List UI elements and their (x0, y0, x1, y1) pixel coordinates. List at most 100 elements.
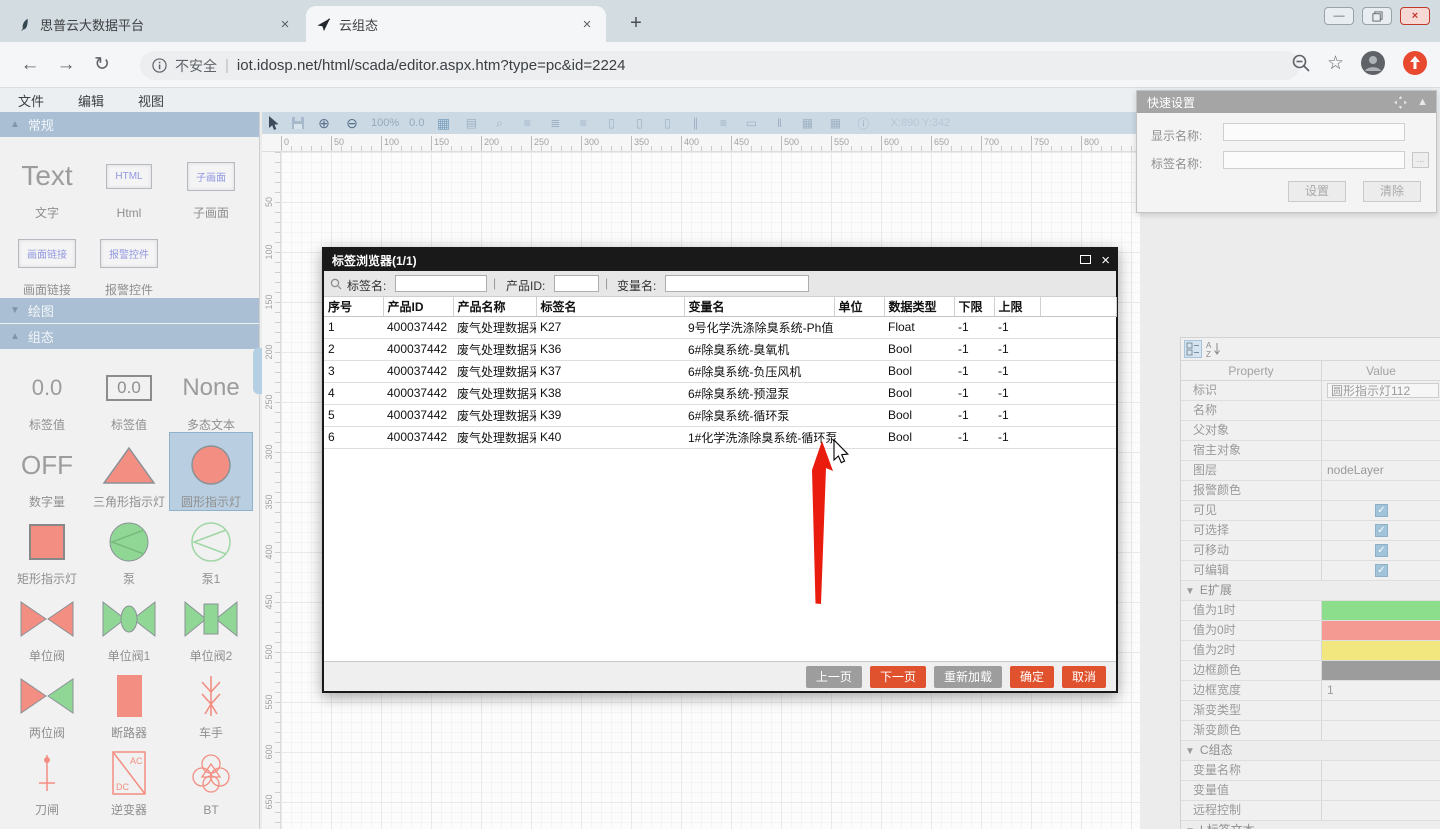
distribute-v-icon[interactable]: ≡ (714, 116, 732, 130)
refresh-button[interactable]: ↻ (84, 53, 120, 76)
align-bottom-icon[interactable]: ▯ (658, 116, 676, 130)
checkbox[interactable]: ✓ (1375, 524, 1388, 537)
checkbox[interactable]: ✓ (1375, 544, 1388, 557)
component-item[interactable]: 单位阀2 (170, 587, 252, 664)
component-item[interactable]: 两位阀 (6, 664, 88, 741)
property-value-input[interactable]: 圆形指示灯112 (1327, 383, 1439, 398)
component-item[interactable]: 断路器 (88, 664, 170, 741)
url-bar[interactable]: 不安全 | iot.idosp.net/html/scada/editor.as… (140, 51, 1300, 80)
window-restore-button[interactable] (1362, 7, 1392, 25)
same-size-icon[interactable]: ▭ (742, 116, 760, 130)
component-item[interactable]: 三角形指示灯 (88, 433, 170, 510)
search-canvas-icon[interactable]: ⌕ (490, 116, 508, 131)
column-header[interactable]: 产品ID (383, 297, 453, 316)
column-header[interactable]: 下限 (954, 297, 994, 316)
grid-toggle-icon[interactable]: ▦ (434, 115, 452, 132)
align-top-icon[interactable]: ▯ (602, 116, 620, 130)
window-minimize-button[interactable]: — (1324, 7, 1354, 25)
property-value[interactable]: ✓ (1321, 561, 1440, 580)
component-item[interactable]: 报警控件报警控件 (88, 221, 170, 298)
property-value[interactable]: ✓ (1321, 521, 1440, 540)
property-value[interactable]: ✓ (1321, 501, 1440, 520)
component-item[interactable]: 矩形指示灯 (6, 510, 88, 587)
keyboard2-icon[interactable]: ▦ (826, 116, 844, 130)
tag-browse-more-button[interactable]: ... (1412, 152, 1429, 168)
property-group-row[interactable]: ▼E扩展 (1181, 581, 1440, 601)
component-item[interactable]: 单位阀1 (88, 587, 170, 664)
property-value[interactable] (1321, 621, 1440, 640)
component-item[interactable]: 泵1 (170, 510, 252, 587)
component-item[interactable]: BT (170, 741, 252, 818)
column-header[interactable]: 变量名 (684, 297, 834, 316)
component-item[interactable]: 车手 (170, 664, 252, 741)
bookmark-star-icon[interactable]: ☆ (1327, 52, 1344, 75)
color-swatch[interactable] (1322, 621, 1440, 640)
productid-filter-input[interactable] (554, 275, 599, 292)
dialog-maximize-icon[interactable] (1080, 253, 1091, 267)
property-column-header[interactable]: Property (1181, 361, 1321, 380)
tagname-filter-input[interactable] (395, 275, 487, 292)
align-middle-icon[interactable]: ▯ (630, 116, 648, 130)
property-value[interactable] (1321, 421, 1440, 440)
component-item[interactable]: 0.0标签值 (6, 356, 88, 433)
copy-icon[interactable]: ▤ (462, 116, 480, 130)
zoom-in-icon[interactable]: ⊕ (315, 115, 333, 132)
property-group-row[interactable]: ▼C组态 (1181, 741, 1440, 761)
component-item[interactable]: 画面链接画面链接 (6, 221, 88, 298)
forward-button[interactable]: → (48, 54, 84, 76)
section-header[interactable]: ▲常规 (0, 112, 259, 137)
window-close-button[interactable]: × (1400, 7, 1430, 25)
info-circle-icon[interactable]: ⓘ (854, 115, 872, 132)
component-item[interactable]: 泵 (88, 510, 170, 587)
tag-name-input[interactable] (1223, 151, 1405, 169)
menu-view[interactable]: 视图 (138, 91, 164, 110)
property-value[interactable] (1321, 781, 1440, 800)
component-item[interactable]: OFF数字量 (6, 433, 88, 510)
component-item[interactable]: HTMLHtml (88, 144, 170, 221)
section-header[interactable]: ▲组态 (0, 324, 259, 349)
clear-button[interactable]: 清除 (1363, 181, 1421, 202)
component-item[interactable]: ACDC逆变器 (88, 741, 170, 818)
security-label[interactable]: 不安全 (175, 56, 217, 76)
property-value[interactable] (1321, 661, 1440, 680)
color-swatch[interactable] (1322, 641, 1440, 660)
dock-icon[interactable] (1394, 96, 1407, 109)
variablename-filter-input[interactable] (665, 275, 809, 292)
browser-update-icon[interactable] (1402, 50, 1428, 76)
property-value[interactable] (1321, 641, 1440, 660)
profile-avatar-icon[interactable] (1360, 50, 1386, 76)
column-header[interactable]: 产品名称 (453, 297, 536, 316)
ok-button[interactable]: 确定 (1010, 666, 1054, 688)
component-item[interactable]: 单位阀 (6, 587, 88, 664)
sort-az-icon[interactable]: AZ (1205, 340, 1223, 358)
component-item[interactable]: 子画面子画面 (170, 144, 252, 221)
component-item[interactable]: None多态文本 (170, 356, 252, 433)
cancel-button[interactable]: 取消 (1062, 666, 1106, 688)
collapse-panel-icon[interactable]: ▲ (1417, 96, 1428, 108)
back-button[interactable]: ← (12, 54, 48, 76)
value-column-header[interactable]: Value (1321, 361, 1440, 380)
property-group-row[interactable]: ▼L标签文本 (1181, 821, 1440, 829)
tag-row[interactable]: 4400037442废气处理数据采K386#除臭系统-预湿泵Bool-1-1 (324, 382, 1116, 404)
tag-row[interactable]: 2400037442废气处理数据采K366#除臭系统-臭氧机Bool-1-1 (324, 338, 1116, 360)
tab-close-icon[interactable]: × (276, 16, 294, 33)
tab-close-icon[interactable]: × (578, 16, 596, 33)
dialog-close-icon[interactable]: × (1101, 252, 1110, 269)
align-right-icon[interactable]: ≡ (574, 116, 592, 130)
browser-tab-2[interactable]: 云组态 × (306, 6, 606, 42)
zoom-out-icon[interactable]: ⊖ (343, 115, 361, 132)
dialog-titlebar[interactable]: 标签浏览器(1/1) × (324, 249, 1116, 271)
browser-tab-1[interactable]: 思普云大数据平台 × (8, 7, 304, 42)
prev-page-button[interactable]: 上一页 (806, 666, 862, 688)
column-header[interactable]: 上限 (994, 297, 1040, 316)
color-swatch[interactable] (1322, 601, 1440, 620)
component-item[interactable]: 圆形指示灯 (170, 433, 252, 510)
checkbox[interactable]: ✓ (1375, 504, 1388, 517)
url-text[interactable]: iot.idosp.net/html/scada/editor.aspx.htm… (237, 57, 626, 74)
column-header[interactable]: 数据类型 (884, 297, 954, 316)
tag-row[interactable]: 3400037442废气处理数据采K376#除臭系统-负压风机Bool-1-1 (324, 360, 1116, 382)
section-header[interactable]: ▼绘图 (0, 298, 259, 323)
tag-row[interactable]: 5400037442废气处理数据采K396#除臭系统-循环泵Bool-1-1 (324, 404, 1116, 426)
align-left-icon[interactable]: ≡ (518, 116, 536, 130)
property-value[interactable] (1321, 701, 1440, 720)
